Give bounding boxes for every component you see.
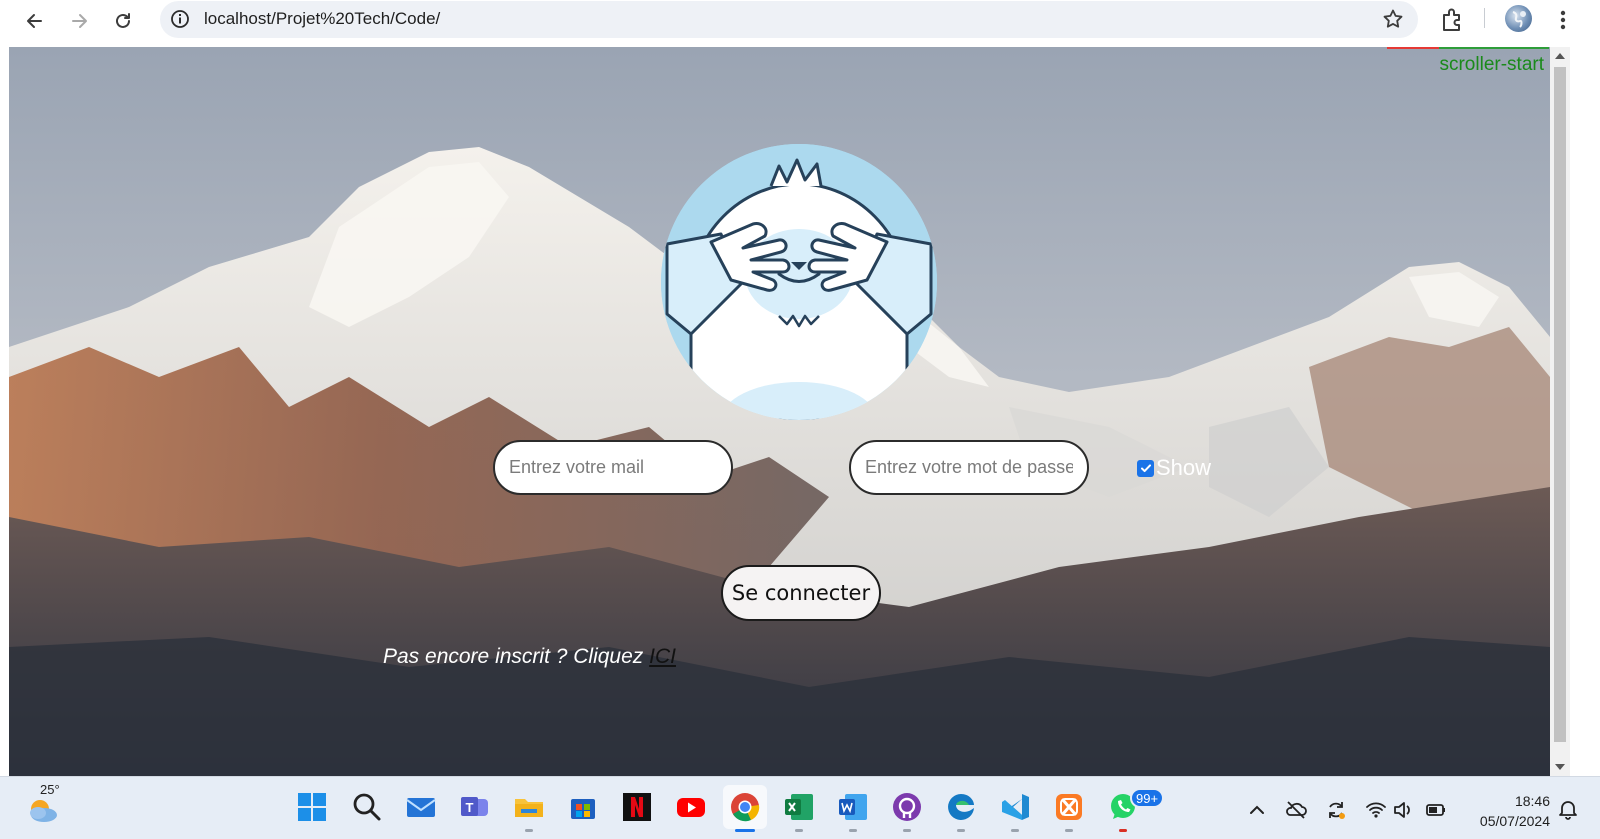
page-viewport: scroller-start Entrez votre mail Show Se… — [9, 47, 1550, 776]
arrow-right-icon — [72, 14, 87, 28]
signup-link[interactable]: ICI — [649, 645, 676, 668]
yeti-covering-eyes-illustration — [661, 144, 937, 420]
taskbar-file-explorer[interactable] — [507, 785, 551, 832]
address-bar[interactable]: localhost/Projet%20Tech/Code/ — [160, 1, 1418, 38]
scroll-up-arrow[interactable] — [1555, 53, 1565, 59]
sync-icon[interactable] — [1325, 799, 1347, 821]
notification-bell-icon[interactable] — [1557, 798, 1579, 820]
active-indicator — [735, 829, 755, 832]
taskbar-xampp[interactable] — [1047, 785, 1091, 832]
taskbar-netflix[interactable] — [615, 785, 659, 829]
volume-icon[interactable] — [1392, 799, 1414, 821]
taskbar-store[interactable] — [561, 785, 605, 829]
chrome-icon — [731, 793, 760, 822]
window-edge-right — [1570, 47, 1600, 776]
netflix-icon — [623, 793, 651, 821]
edge-icon — [948, 794, 974, 820]
clock-time: 18:46 — [1514, 793, 1550, 809]
signup-prompt-text: Pas encore inscrit ? Cliquez — [383, 645, 650, 668]
scroller-start-label: scroller-start — [1439, 54, 1544, 75]
taskbar-start[interactable] — [290, 785, 334, 829]
chevron-up-icon[interactable] — [1246, 799, 1268, 821]
taskbar-search[interactable] — [345, 785, 389, 829]
scroll-down-arrow[interactable] — [1555, 764, 1565, 770]
show-password-checkbox[interactable] — [1137, 459, 1154, 477]
taskbar-chrome[interactable] — [723, 785, 767, 832]
yeti-avatar — [661, 144, 937, 420]
scroller-marker-green — [1439, 47, 1549, 49]
weather-temperature: 25° — [40, 782, 60, 797]
taskbar-word[interactable] — [831, 785, 875, 832]
clock-date: 05/07/2024 — [1479, 813, 1550, 829]
word-icon — [839, 794, 867, 820]
running-indicator — [525, 829, 533, 832]
check-icon — [1140, 464, 1151, 473]
wifi-icon[interactable] — [1365, 799, 1387, 821]
show-password-label[interactable]: Show — [1156, 455, 1211, 481]
taskbar-teams[interactable]: T — [453, 785, 497, 829]
teams-icon: T — [461, 797, 488, 816]
password-input[interactable] — [849, 440, 1089, 495]
forward-button[interactable] — [64, 6, 94, 36]
bookmark-star-icon[interactable] — [1382, 8, 1404, 30]
taskbar-mail[interactable] — [399, 785, 443, 829]
reload-icon — [116, 13, 130, 28]
whatsapp-unread-badge: 99+ — [1130, 788, 1165, 808]
window-edge-left — [0, 47, 9, 776]
profile-avatar[interactable] — [1505, 5, 1532, 32]
system-clock[interactable]: 18:46 05/07/2024 — [1460, 791, 1550, 831]
arrow-left-icon — [27, 14, 42, 28]
windows-start-icon — [298, 793, 326, 821]
scroller-marker-red — [1387, 47, 1439, 49]
battery-icon[interactable] — [1425, 799, 1447, 821]
taskbar-youtube[interactable] — [669, 785, 713, 829]
taskbar-vscode[interactable] — [993, 785, 1037, 832]
taskbar-github-desktop[interactable] — [885, 785, 929, 832]
vscode-icon — [1002, 794, 1029, 820]
signup-prompt: Pas encore inscrit ? Cliquez ICI — [383, 645, 676, 669]
site-info-icon[interactable] — [170, 9, 190, 29]
running-indicator — [849, 829, 857, 832]
email-input[interactable] — [493, 440, 733, 495]
github-icon — [893, 793, 921, 821]
profile-globe-icon — [1512, 11, 1526, 28]
search-icon — [353, 793, 381, 821]
back-button[interactable] — [20, 6, 50, 36]
running-indicator — [1065, 829, 1073, 832]
show-password-toggle[interactable]: Show — [1137, 455, 1211, 481]
xampp-icon — [1056, 794, 1082, 820]
toolbar-divider — [1484, 8, 1485, 28]
store-icon — [571, 799, 595, 819]
running-indicator — [795, 829, 803, 832]
login-button[interactable]: Se connecter — [721, 565, 881, 621]
running-indicator — [1011, 829, 1019, 832]
menu-kebab-icon[interactable] — [1555, 6, 1571, 34]
taskbar-edge[interactable] — [939, 785, 983, 832]
scroll-thumb[interactable] — [1554, 67, 1566, 742]
windows-taskbar: 25° T — [0, 776, 1600, 839]
folder-icon — [515, 799, 543, 817]
mail-icon — [406, 798, 436, 817]
onedrive-offline-icon[interactable] — [1285, 799, 1307, 821]
youtube-icon — [677, 798, 705, 817]
running-indicator — [957, 829, 965, 832]
browser-toolbar: localhost/Projet%20Tech/Code/ — [0, 0, 1600, 47]
url-text[interactable]: localhost/Projet%20Tech/Code/ — [204, 9, 440, 29]
taskbar-excel[interactable] — [777, 785, 821, 832]
running-indicator — [903, 829, 911, 832]
svg-text:T: T — [466, 800, 474, 815]
excel-icon — [785, 794, 813, 820]
attention-indicator — [1119, 829, 1127, 832]
page-scrollbar[interactable] — [1550, 47, 1570, 776]
extensions-icon[interactable] — [1438, 6, 1466, 34]
reload-button[interactable] — [108, 6, 138, 36]
